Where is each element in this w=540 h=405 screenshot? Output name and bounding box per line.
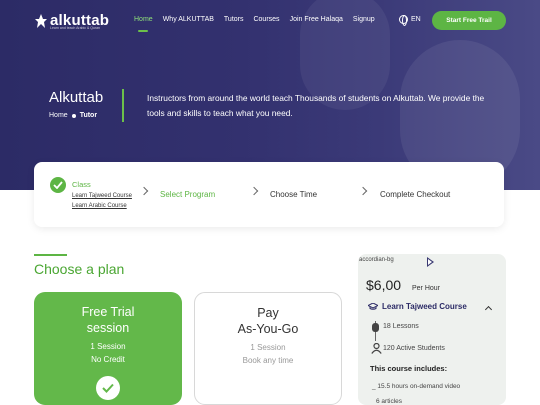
price-unit: Per Hour	[412, 285, 441, 292]
top-nav: alkuttab Learn and teach Arabic & Quran …	[0, 0, 540, 42]
main-menu: Home Why ALKUTTAB Tutors Courses Join Fr…	[134, 16, 385, 32]
nav-link-courses[interactable]: Courses	[253, 16, 279, 23]
lessons-icon	[372, 323, 379, 332]
include-item: _ 15.5 hours on-demand video	[372, 383, 461, 390]
plan-name-line1: Pay	[257, 306, 279, 320]
course-summary-panel: accordian-bg $6,00 Per Hour Learn Tajwee…	[358, 254, 506, 405]
students-icon	[371, 343, 382, 354]
broken-image-alt: accordian-bg	[359, 257, 394, 263]
plan-name-line1: Free Trial	[81, 305, 135, 319]
logo-tagline: Learn and teach Arabic & Quran	[50, 26, 101, 30]
step-select-program[interactable]: Select Program	[160, 190, 215, 199]
plan-name: Free Trial session	[34, 304, 182, 336]
include-item: 6 articles	[376, 398, 403, 405]
play-icon[interactable]	[427, 257, 434, 267]
choose-plan-heading: Choose a plan	[34, 261, 125, 277]
nav-link-home[interactable]: Home	[134, 16, 153, 32]
plan-sessions: 1 Session	[250, 343, 286, 352]
class-option-tajweed[interactable]: Learn Tajweed Course	[72, 193, 132, 199]
breadcrumb-home[interactable]: Home	[49, 112, 68, 119]
step-complete-icon	[50, 177, 66, 193]
price: $6,00	[366, 277, 402, 293]
plan-name: Pay As-You-Go	[195, 305, 341, 337]
step-choose-time[interactable]: Choose Time	[270, 190, 317, 199]
course-name: Learn Tajweed Course	[382, 302, 467, 311]
nav-link-join-free-halaqa[interactable]: Join Free Halaqa	[290, 16, 343, 23]
lessons-count: 18 Lessons	[383, 323, 419, 330]
step-complete-checkout[interactable]: Complete Checkout	[380, 190, 450, 199]
includes-heading: This course includes:	[370, 364, 448, 373]
plan-booking: Book any time	[242, 356, 294, 365]
plan-credit: No Credit	[91, 355, 125, 364]
plan-name-line2: session	[86, 321, 130, 335]
breadcrumb-separator	[71, 113, 76, 118]
chevron-right-icon	[358, 186, 368, 196]
plan-name-line2: As-You-Go	[237, 322, 299, 336]
hero-description: Instructors from around the world teach …	[147, 93, 485, 118]
title-divider	[122, 89, 124, 122]
breadcrumb-current: Tutor	[79, 112, 98, 119]
logo-icon	[35, 13, 47, 28]
chevron-right-icon	[249, 186, 259, 196]
nav-link-why-alkuttab[interactable]: Why ALKUTTAB	[163, 16, 214, 23]
nav-link-tutors[interactable]: Tutors	[224, 16, 244, 23]
selected-check-icon	[96, 376, 120, 400]
graduation-cap-icon	[368, 303, 378, 310]
students-count: 120 Active Students	[383, 345, 445, 352]
page-title: Alkuttab	[49, 89, 104, 106]
course-accordion-header[interactable]: Learn Tajweed Course	[368, 302, 467, 311]
start-free-trial-button[interactable]: Start Free Trail	[432, 11, 506, 30]
checkout-steps: Class Learn Tajweed Course Learn Arabic …	[34, 162, 504, 227]
section-accent-bar	[34, 254, 67, 256]
breadcrumb: Home Tutor	[49, 112, 97, 119]
chevron-up-icon[interactable]	[484, 305, 493, 314]
nav-link-signup[interactable]: Signup	[353, 16, 375, 23]
plan-card-free-trial[interactable]: Free Trial session 1 Session No Credit	[34, 292, 182, 405]
language-selector[interactable]: EN	[399, 15, 421, 26]
include-item-text: 15.5 hours on-demand video	[377, 383, 461, 390]
plan-sessions: 1 Session	[90, 342, 126, 351]
globe-icon	[399, 15, 408, 26]
chevron-right-icon	[139, 186, 149, 196]
language-label: EN	[411, 16, 421, 23]
plan-card-pay-as-you-go[interactable]: Pay As-You-Go 1 Session Book any time	[194, 292, 342, 405]
step-class-label: Class	[72, 180, 91, 189]
class-option-arabic[interactable]: Learn Arabic Course	[72, 203, 127, 209]
